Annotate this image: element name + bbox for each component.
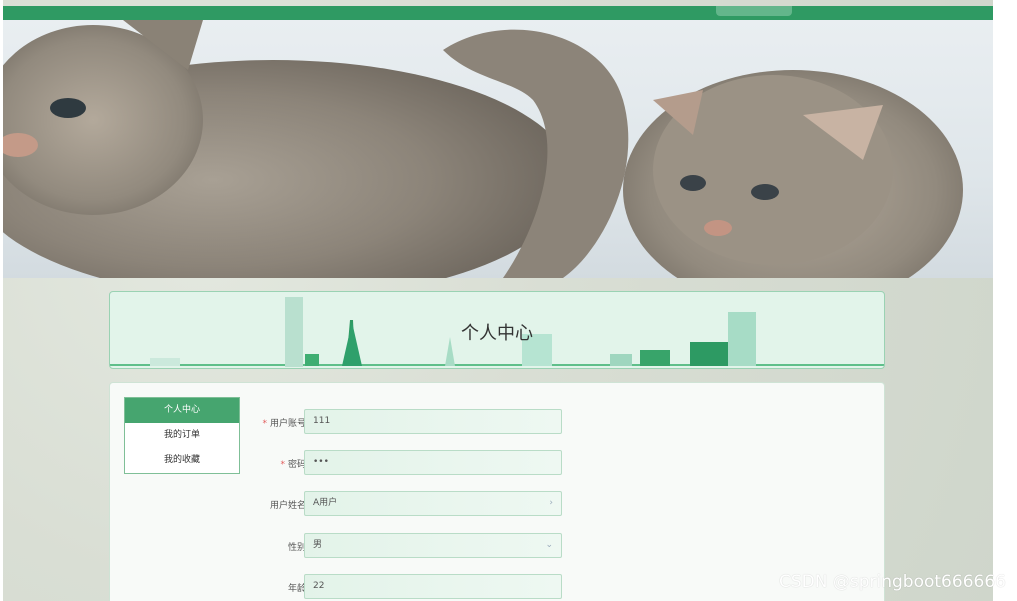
sidebar-item-orders[interactable]: 我的订单 [125,423,239,448]
name-label: 用户姓名 [269,501,306,511]
form-row-password: * 密码 ••• [240,450,570,476]
sidebar-item-profile[interactable]: 个人中心 [125,398,239,423]
password-input[interactable]: ••• [304,450,562,475]
chevron-down-icon: ⌄ [545,540,553,550]
page-title-card: 个人中心 [109,291,885,369]
form-row-account: * 用户账号 111 [240,409,570,435]
gender-value: 男 [313,540,323,550]
profile-panel: 个人中心 我的订单 我的收藏 * 用户账号 111 * 密码 ••• 用户姓名 A用… [109,382,885,601]
form-row-name: 用户姓名 A用户 › [240,491,570,517]
page-title: 个人中心 [461,323,533,344]
required-mark: * [280,460,285,470]
banner-carousel[interactable] [3,20,993,278]
user-sidebar-menu: 个人中心 我的订单 我的收藏 [124,397,240,474]
sidebar-item-favorites[interactable]: 我的收藏 [125,448,239,473]
chevron-icon: › [549,498,553,508]
page: 个人中心 个人中心 我的订单 我的收藏 * 用户账号 111 * 密码 ••• 用户… [3,0,993,601]
gender-select[interactable]: 男 ⌄ [304,533,562,558]
account-input[interactable]: 111 [304,409,562,434]
top-nav-bar [3,6,993,20]
name-input[interactable]: A用户 › [304,491,562,516]
nav-tab-active[interactable] [716,6,792,16]
password-label: * 密码 [280,457,306,470]
age-input[interactable]: 22 [304,574,562,599]
account-label-text: 用户账号 [269,419,306,429]
name-value: A用户 [313,498,338,508]
kittens-banner-image [3,20,963,278]
required-mark: * [262,419,267,429]
form-row-gender: 性别 男 ⌄ [240,533,570,559]
account-label: * 用户账号 [262,416,306,429]
form-row-age: 年龄 22 [240,574,570,600]
csdn-watermark: CSDN @springboot666666 [779,572,1006,592]
